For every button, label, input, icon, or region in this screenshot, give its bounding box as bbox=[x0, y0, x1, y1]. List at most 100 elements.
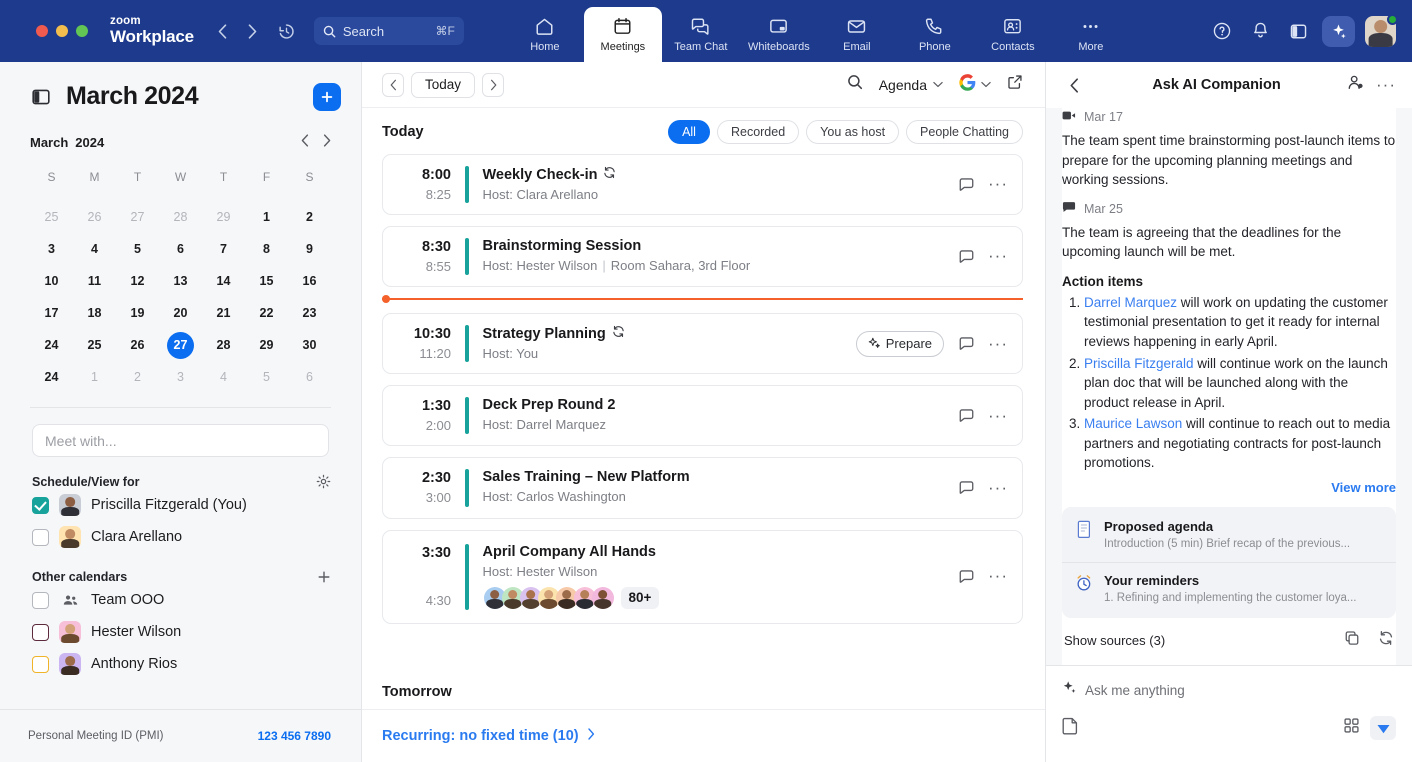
calendar-day-cell[interactable]: 3 bbox=[159, 361, 202, 393]
today-button[interactable]: Today bbox=[411, 71, 476, 98]
calendar-day-cell[interactable]: 10 bbox=[30, 265, 73, 297]
meeting-list[interactable]: 8:00 8:25 Weekly Check-in Host: Clara Ar… bbox=[362, 154, 1045, 677]
tab-team-chat[interactable]: Team Chat bbox=[662, 7, 740, 62]
ask-input-row[interactable]: Ask me anything bbox=[1062, 680, 1396, 700]
calendar-day-cell[interactable]: 29 bbox=[245, 329, 288, 361]
meeting-card[interactable]: 8:30 8:55 Brainstorming Session Host: He… bbox=[382, 226, 1023, 288]
calendar-day-cell[interactable]: 1 bbox=[73, 361, 116, 393]
calendar-day-cell[interactable]: 11 bbox=[73, 265, 116, 297]
ai-back-button[interactable] bbox=[1062, 73, 1086, 97]
action-item-person[interactable]: Maurice Lawson bbox=[1084, 416, 1182, 431]
calendar-checkbox[interactable] bbox=[32, 496, 49, 514]
grid-apps-icon[interactable] bbox=[1343, 717, 1360, 739]
schedule-person-row[interactable]: Clara Arellano bbox=[32, 521, 331, 553]
ai-more-icon[interactable]: ··· bbox=[1376, 76, 1396, 92]
calendar-day-cell[interactable]: 14 bbox=[202, 265, 245, 297]
calendar-day-cell[interactable]: 8 bbox=[245, 233, 288, 265]
chat-bubble-icon[interactable] bbox=[956, 175, 976, 195]
chat-bubble-icon[interactable] bbox=[956, 247, 976, 267]
filter-chip-you-as-host[interactable]: You as host bbox=[806, 120, 900, 144]
tab-email[interactable]: Email bbox=[818, 7, 896, 62]
meeting-card[interactable]: 10:30 11:20 Strategy Planning Host: You … bbox=[382, 313, 1023, 375]
tab-more[interactable]: More bbox=[1052, 7, 1130, 62]
tab-whiteboards[interactable]: Whiteboards bbox=[740, 7, 818, 62]
prepare-button[interactable]: Prepare bbox=[855, 330, 944, 357]
external-link-icon[interactable] bbox=[1007, 74, 1023, 95]
chat-bubble-icon[interactable] bbox=[956, 334, 976, 354]
gear-icon[interactable] bbox=[316, 474, 331, 489]
calendar-day-cell[interactable]: 4 bbox=[202, 361, 245, 393]
add-person-icon[interactable] bbox=[1347, 74, 1364, 96]
meeting-more-icon[interactable]: ··· bbox=[988, 175, 1008, 195]
calendar-day-cell[interactable]: 30 bbox=[288, 329, 331, 361]
calendar-day-cell[interactable]: 4 bbox=[73, 233, 116, 265]
copy-icon[interactable] bbox=[1344, 630, 1360, 651]
search-icon[interactable] bbox=[847, 74, 863, 95]
ai-suggestion-cards[interactable]: Proposed agenda Introduction (5 min) Bri… bbox=[1062, 506, 1396, 618]
calendar-day-cell[interactable]: 23 bbox=[288, 297, 331, 329]
meet-with-input[interactable]: Meet with... bbox=[32, 424, 329, 457]
calendar-day-cell[interactable]: 12 bbox=[116, 265, 159, 297]
calendar-day-cell[interactable]: 6 bbox=[159, 233, 202, 265]
close-window-button[interactable] bbox=[36, 25, 48, 37]
global-search-input[interactable]: Search ⌘F bbox=[313, 17, 464, 45]
file-icon[interactable] bbox=[1062, 716, 1079, 740]
ai-conversation-scroll[interactable]: Mar 17 The team spent time brainstorming… bbox=[1046, 108, 1412, 665]
calendar-day-cell[interactable]: 18 bbox=[73, 297, 116, 329]
next-day-button[interactable] bbox=[482, 72, 505, 97]
schedule-person-row[interactable]: Priscilla Fitzgerald (You) bbox=[32, 489, 331, 521]
meeting-more-icon[interactable]: ··· bbox=[988, 567, 1008, 587]
other-calendar-row[interactable]: Hester Wilson bbox=[32, 616, 331, 648]
mini-calendar-prev-icon[interactable] bbox=[301, 134, 309, 150]
calendar-day-cell[interactable]: 28 bbox=[202, 329, 245, 361]
calendar-day-cell[interactable]: 29 bbox=[202, 201, 245, 233]
calendar-day-cell[interactable]: 19 bbox=[116, 297, 159, 329]
main-nav-tabs[interactable]: Home Meetings Team Chat Whiteboards Emai… bbox=[506, 0, 1130, 62]
calendar-day-cell[interactable]: 3 bbox=[30, 233, 73, 265]
calendar-checkbox[interactable] bbox=[32, 528, 49, 546]
calendar-day-cell[interactable]: 2 bbox=[116, 361, 159, 393]
calendar-day-cell[interactable]: 16 bbox=[288, 265, 331, 297]
pmi-value[interactable]: 123 456 7890 bbox=[258, 729, 331, 743]
refresh-icon[interactable] bbox=[1378, 630, 1394, 651]
calendar-day-cell[interactable]: 1 bbox=[245, 201, 288, 233]
new-meeting-button[interactable] bbox=[313, 82, 341, 111]
user-avatar[interactable] bbox=[1365, 13, 1398, 47]
show-sources-link[interactable]: Show sources (3) bbox=[1064, 633, 1165, 648]
meeting-more-icon[interactable]: ··· bbox=[988, 334, 1008, 354]
calendar-day-cell[interactable]: 15 bbox=[245, 265, 288, 297]
tab-home[interactable]: Home bbox=[506, 7, 584, 62]
meeting-card[interactable]: 3:30 4:30 April Company All Hands Host: … bbox=[382, 529, 1023, 624]
calendar-day-cell[interactable]: 7 bbox=[202, 233, 245, 265]
filter-chip-all[interactable]: All bbox=[668, 120, 710, 144]
mini-calendar-grid[interactable]: 25 26 27 28 29 1 2 3 4 5 6 7 8 9 10 11 12 13 14 15 16 17 18 19 2… bbox=[30, 201, 331, 393]
chat-bubble-icon[interactable] bbox=[956, 567, 976, 587]
meeting-more-icon[interactable]: ··· bbox=[988, 478, 1008, 498]
calendar-day-cell[interactable]: 26 bbox=[116, 329, 159, 361]
calendar-day-cell[interactable]: 21 bbox=[202, 297, 245, 329]
calendar-checkbox[interactable] bbox=[32, 655, 49, 673]
view-selector[interactable]: Agenda bbox=[879, 77, 943, 93]
calendar-day-cell[interactable]: 2 bbox=[288, 201, 331, 233]
calendar-day-cell[interactable]: 27 bbox=[159, 329, 202, 361]
meeting-card[interactable]: 8:00 8:25 Weekly Check-in Host: Clara Ar… bbox=[382, 154, 1023, 216]
prev-day-button[interactable] bbox=[382, 72, 404, 97]
calendar-checkbox[interactable] bbox=[32, 623, 49, 641]
chat-bubble-icon[interactable] bbox=[956, 478, 976, 498]
chat-bubble-icon[interactable] bbox=[956, 406, 976, 426]
calendar-day-cell[interactable]: 5 bbox=[116, 233, 159, 265]
calendar-day-cell[interactable]: 22 bbox=[245, 297, 288, 329]
minimize-window-button[interactable] bbox=[56, 25, 68, 37]
tab-contacts[interactable]: Contacts bbox=[974, 7, 1052, 62]
ai-sparkle-button[interactable] bbox=[1322, 15, 1355, 47]
meeting-filter-chips[interactable]: All Recorded You as host People Chatting bbox=[668, 120, 1023, 144]
window-controls[interactable] bbox=[36, 25, 88, 37]
calendar-day-cell[interactable]: 24 bbox=[30, 361, 73, 393]
panel-toggle-icon[interactable] bbox=[32, 87, 52, 107]
send-button[interactable] bbox=[1370, 716, 1396, 740]
ai-suggestion-card[interactable]: Proposed agenda Introduction (5 min) Bri… bbox=[1062, 509, 1396, 562]
maximize-window-button[interactable] bbox=[76, 25, 88, 37]
panel-icon[interactable] bbox=[1284, 17, 1312, 45]
calendar-day-cell[interactable]: 6 bbox=[288, 361, 331, 393]
filter-chip-people-chatting[interactable]: People Chatting bbox=[906, 120, 1023, 144]
